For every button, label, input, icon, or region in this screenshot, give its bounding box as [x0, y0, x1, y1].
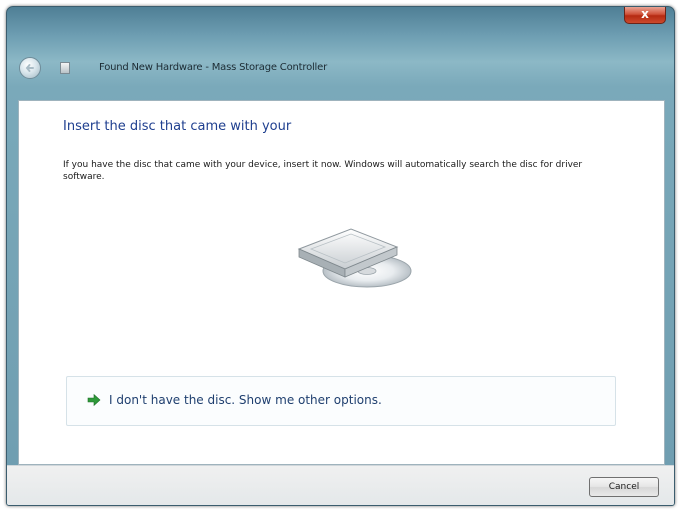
no-disc-option-label: I don't have the disc. Show me other opt…: [109, 393, 382, 407]
window-title: Found New Hardware - Mass Storage Contro…: [99, 62, 328, 73]
hardware-icon: [60, 62, 70, 74]
close-icon: x: [641, 7, 649, 21]
no-disc-option[interactable]: I don't have the disc. Show me other opt…: [66, 376, 616, 426]
instruction-text: If you have the disc that came with your…: [63, 160, 583, 182]
page-heading: Insert the disc that came with your: [63, 119, 292, 134]
back-button[interactable]: [19, 57, 41, 79]
wizard-window: x Found New Hardware - Mass Storage Cont…: [6, 6, 675, 506]
back-arrow-icon: [25, 64, 34, 72]
content-panel: Insert the disc that came with your If y…: [18, 100, 665, 465]
cancel-button[interactable]: Cancel: [589, 477, 659, 497]
title-bar[interactable]: [7, 7, 674, 55]
green-arrow-icon: [87, 393, 101, 407]
disc-drive-icon: [297, 228, 412, 288]
button-bar: [7, 465, 674, 505]
close-button[interactable]: x: [624, 7, 666, 24]
